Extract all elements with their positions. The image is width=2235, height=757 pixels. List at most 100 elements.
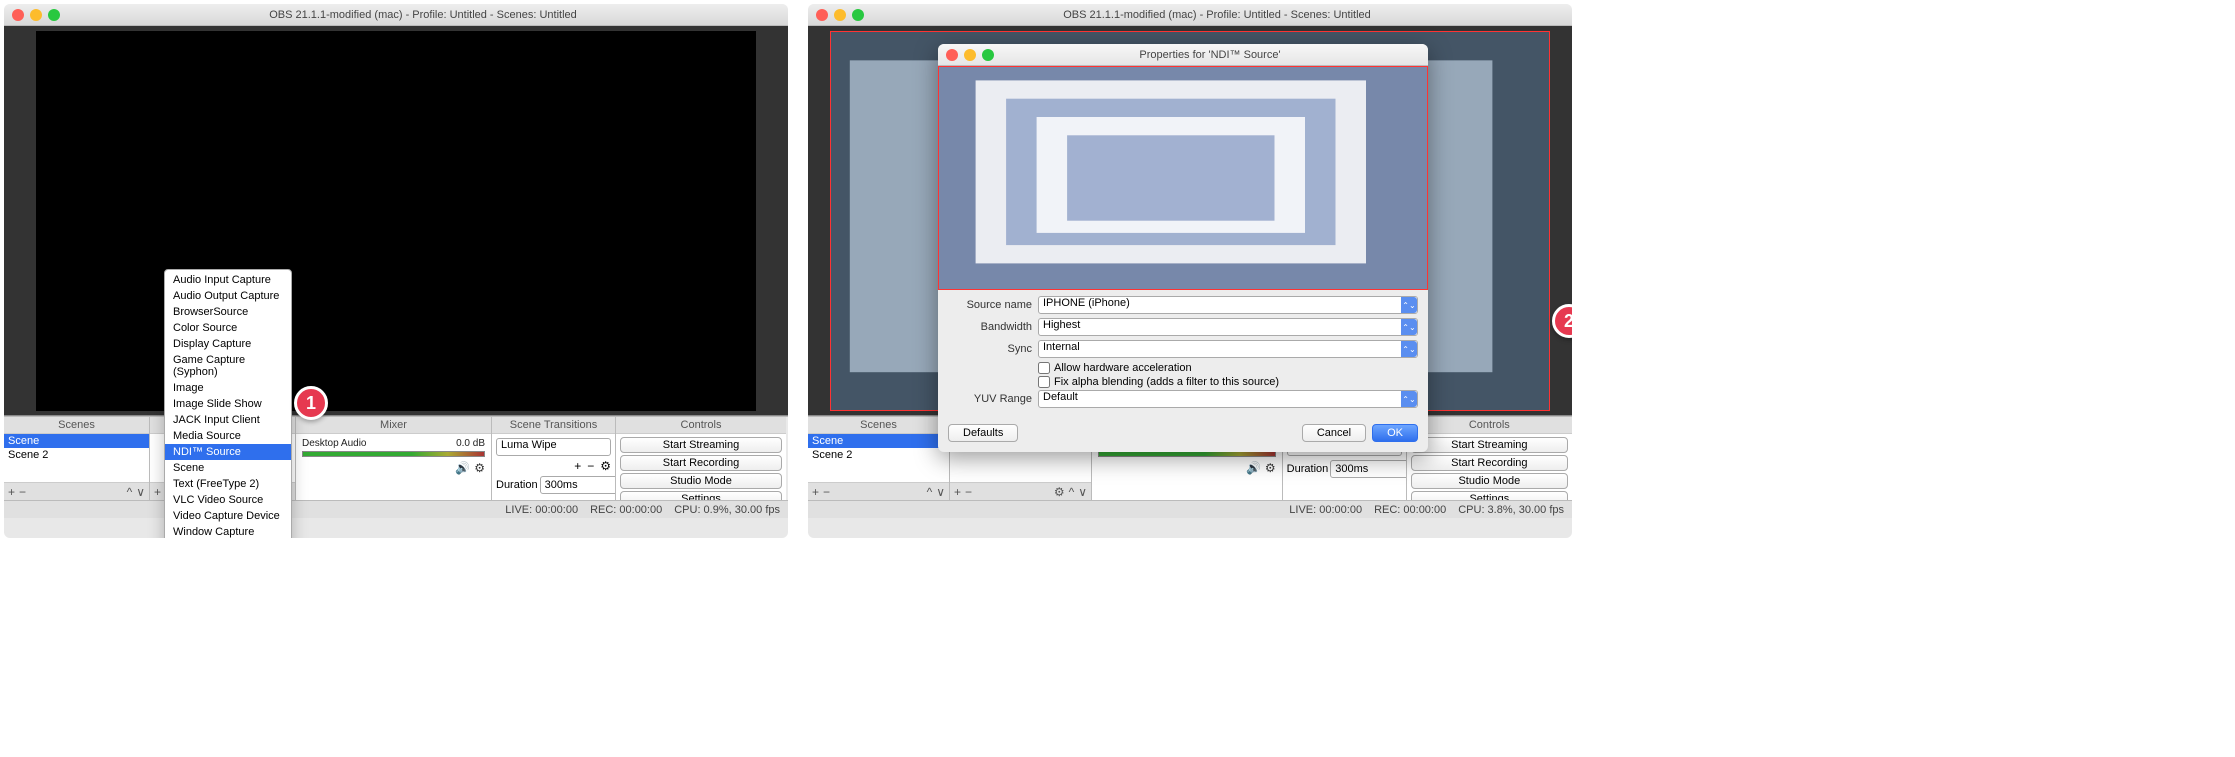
preview-canvas[interactable] [36, 31, 756, 411]
studio-mode-button[interactable]: Studio Mode [1411, 473, 1568, 489]
remove-icon[interactable]: − [823, 486, 830, 498]
modal-preview [938, 66, 1428, 290]
menu-item[interactable]: Image [165, 380, 291, 396]
mixer-header: Mixer [296, 417, 491, 434]
cancel-button[interactable]: Cancel [1302, 424, 1366, 442]
mixer-channel-name: Desktop Audio [302, 438, 367, 449]
scene-row[interactable]: Scene 2 [4, 448, 149, 462]
duration-label: Duration [496, 479, 538, 491]
menu-item[interactable]: Game Capture (Syphon) [165, 352, 291, 380]
add-source-menu[interactable]: Audio Input CaptureAudio Output CaptureB… [164, 269, 292, 538]
audio-meter [302, 451, 485, 457]
titlebar[interactable]: OBS 21.1.1-modified (mac) - Profile: Unt… [808, 4, 1572, 26]
add-icon[interactable]: + [954, 486, 961, 498]
move-down-icon[interactable]: ∨ [1078, 486, 1087, 498]
yuv-select[interactable]: Default [1038, 390, 1418, 408]
menu-item[interactable]: Text (FreeType 2) [165, 476, 291, 492]
duration-label: Duration [1287, 463, 1329, 475]
menu-item[interactable]: Media Source [165, 428, 291, 444]
speaker-icon[interactable]: 🔊 [1246, 461, 1261, 475]
status-bar: LIVE: 00:00:00 REC: 00:00:00 CPU: 0.9%, … [4, 500, 788, 518]
move-down-icon[interactable]: ∨ [136, 486, 145, 498]
menu-item[interactable]: BrowserSource [165, 304, 291, 320]
move-up-icon[interactable]: ^ [127, 486, 133, 498]
remove-icon[interactable]: − [587, 460, 594, 472]
scenes-list[interactable]: Scene Scene 2 [808, 434, 949, 482]
move-down-icon[interactable]: ∨ [936, 486, 945, 498]
gear-icon[interactable]: ⚙ [600, 460, 611, 472]
settings-button[interactable]: Settings [620, 491, 782, 500]
menu-item[interactable]: Audio Output Capture [165, 288, 291, 304]
status-live: LIVE: 00:00:00 [505, 504, 578, 516]
duration-input[interactable] [1330, 460, 1405, 478]
remove-icon[interactable]: − [965, 486, 972, 498]
start-recording-button[interactable]: Start Recording [1411, 455, 1568, 471]
gear-icon[interactable]: ⚙ [1054, 486, 1065, 498]
menu-item[interactable]: Video Capture Device [165, 508, 291, 524]
source-name-select[interactable]: IPHONE (iPhone) [1038, 296, 1418, 314]
sync-label: Sync [948, 343, 1032, 355]
zoom-icon[interactable] [48, 9, 60, 21]
minimize-icon[interactable] [964, 49, 976, 61]
gear-icon[interactable]: ⚙ [1265, 461, 1276, 475]
menu-item[interactable]: Window Capture [165, 524, 291, 538]
add-icon[interactable]: + [574, 460, 581, 472]
scene-row[interactable]: Scene [4, 434, 149, 448]
status-rec: REC: 00:00:00 [1374, 504, 1446, 516]
scenes-list[interactable]: Scene Scene 2 [4, 434, 149, 482]
start-streaming-button[interactable]: Start Streaming [1411, 437, 1568, 453]
transitions-header: Scene Transitions [492, 417, 615, 434]
duration-input[interactable] [540, 476, 615, 494]
status-rec: REC: 00:00:00 [590, 504, 662, 516]
studio-mode-button[interactable]: Studio Mode [620, 473, 782, 489]
ok-button[interactable]: OK [1372, 424, 1418, 442]
start-recording-button[interactable]: Start Recording [620, 455, 782, 471]
menu-item[interactable]: Audio Input Capture [165, 272, 291, 288]
source-name-label: Source name [948, 299, 1032, 311]
alpha-label: Fix alpha blending (adds a filter to thi… [1054, 376, 1279, 388]
settings-button[interactable]: Settings [1411, 491, 1568, 500]
modal-buttons: Defaults Cancel OK [938, 418, 1428, 452]
menu-item[interactable]: Scene [165, 460, 291, 476]
menu-item[interactable]: Color Source [165, 320, 291, 336]
menu-item[interactable]: JACK Input Client [165, 412, 291, 428]
menu-item[interactable]: NDI™ Source [165, 444, 291, 460]
minimize-icon[interactable] [30, 9, 42, 21]
menu-item[interactable]: Display Capture [165, 336, 291, 352]
move-up-icon[interactable]: ^ [1069, 486, 1075, 498]
transition-select[interactable]: Luma Wipe [496, 438, 611, 456]
menu-item[interactable]: VLC Video Source [165, 492, 291, 508]
scene-row[interactable]: Scene [808, 434, 949, 448]
minimize-icon[interactable] [834, 9, 846, 21]
modal-form: Source name IPHONE (iPhone) Bandwidth Hi… [938, 290, 1428, 418]
move-up-icon[interactable]: ^ [927, 486, 933, 498]
close-icon[interactable] [816, 9, 828, 21]
defaults-button[interactable]: Defaults [948, 424, 1018, 442]
add-icon[interactable]: + [154, 486, 161, 498]
close-icon[interactable] [946, 49, 958, 61]
remove-icon[interactable]: − [19, 486, 26, 498]
bandwidth-select[interactable]: Highest [1038, 318, 1418, 336]
zoom-icon[interactable] [982, 49, 994, 61]
gear-icon[interactable]: ⚙ [474, 461, 485, 475]
mixer-channel-db: 0.0 dB [456, 438, 485, 449]
alpha-checkbox[interactable] [1038, 376, 1050, 388]
menu-item[interactable]: Image Slide Show [165, 396, 291, 412]
obs-window-2: OBS 21.1.1-modified (mac) - Profile: Unt… [808, 4, 1572, 538]
lower-bar: Scenes Scene Scene 2 + − ^ ∨ Sources + −… [4, 416, 788, 500]
close-icon[interactable] [12, 9, 24, 21]
scene-row[interactable]: Scene 2 [808, 448, 949, 462]
titlebar[interactable]: OBS 21.1.1-modified (mac) - Profile: Unt… [4, 4, 788, 26]
speaker-icon[interactable]: 🔊 [455, 461, 470, 475]
preview-area[interactable] [4, 26, 788, 416]
mixer-body: Desktop Audio 0.0 dB 🔊 ⚙ [296, 434, 491, 500]
hwaccel-checkbox[interactable] [1038, 362, 1050, 374]
sync-select[interactable]: Internal [1038, 340, 1418, 358]
zoom-icon[interactable] [852, 9, 864, 21]
scenes-toolbar: + − ^ ∨ [808, 482, 949, 500]
start-streaming-button[interactable]: Start Streaming [620, 437, 782, 453]
add-icon[interactable]: + [8, 486, 15, 498]
add-icon[interactable]: + [812, 486, 819, 498]
properties-dialog[interactable]: Properties for 'NDI™ Source' Source name… [938, 44, 1428, 452]
modal-titlebar[interactable]: Properties for 'NDI™ Source' [938, 44, 1428, 66]
